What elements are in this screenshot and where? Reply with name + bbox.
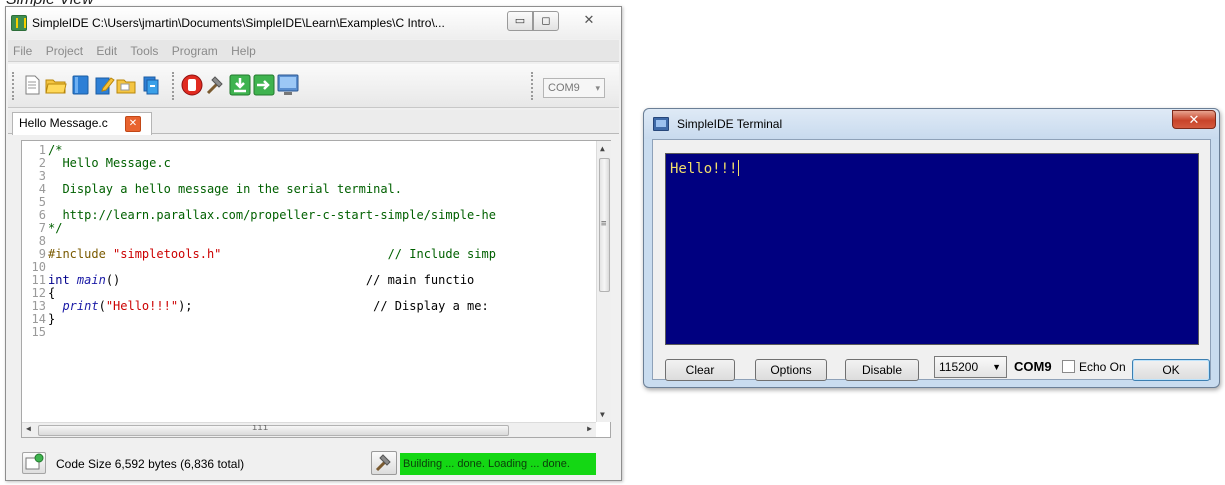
port-select[interactable]: COM9 ▾ <box>543 78 605 98</box>
build-status-message: Building ... done. Loading ... done. <box>400 453 596 475</box>
edit-icon[interactable] <box>93 74 115 96</box>
menu-bar: File Project Edit Tools Program Help <box>8 40 619 62</box>
port-select-value: COM9 <box>548 82 580 94</box>
keyword: int <box>48 273 77 287</box>
toolbar: COM9 ▾ <box>8 64 619 108</box>
code-line: 2 Hello Message.c <box>22 157 596 170</box>
scroll-right-icon[interactable]: ▶ <box>587 424 592 433</box>
code-line: 9 #include "simpletools.h" // Include sim… <box>22 248 596 261</box>
chevron-down-icon: ▾ <box>595 83 600 93</box>
new-file-icon[interactable] <box>21 74 43 96</box>
code-line: 14} <box>22 313 596 326</box>
code-line: 11 int main() // main functio <box>22 274 596 287</box>
menu-project[interactable]: Project <box>41 40 88 62</box>
string-literal: "Hello!!!" <box>105 299 179 313</box>
toolbar-grip[interactable] <box>531 72 535 100</box>
code-comment: // Include simp <box>221 247 496 261</box>
menu-edit[interactable]: Edit <box>91 40 122 62</box>
maximize-button[interactable]: ◻ <box>533 11 559 31</box>
book-icon[interactable] <box>139 74 161 96</box>
terminal-window: SimpleIDE Terminal ✕ Hello!!! Clear Opti… <box>643 108 1220 388</box>
function-name: main <box>76 273 106 287</box>
ok-button[interactable]: OK <box>1132 359 1210 381</box>
editor-tab-strip: Hello Message.c ✕ <box>8 110 619 135</box>
code-editor[interactable]: 1/* 2 Hello Message.c 3 4 Display a hell… <box>21 140 611 438</box>
save-icon[interactable] <box>69 74 91 96</box>
terminal-close-button[interactable]: ✕ <box>1172 110 1216 129</box>
build-hammer-icon[interactable] <box>205 74 227 96</box>
simpleide-app-icon <box>11 15 27 31</box>
menu-file[interactable]: File <box>8 40 37 62</box>
chevron-down-icon: ▼ <box>992 362 1001 372</box>
horizontal-scroll-thumb[interactable] <box>38 425 509 436</box>
baud-rate-select[interactable]: 115200 ▼ <box>934 356 1007 378</box>
toolbar-grip[interactable] <box>12 72 16 100</box>
terminal-port-label: COM9 <box>1014 359 1052 374</box>
tab-close-icon[interactable]: ✕ <box>125 116 141 132</box>
open-folder-icon[interactable] <box>45 74 67 96</box>
baud-rate-value: 115200 <box>939 360 979 374</box>
minimize-button[interactable]: ▭ <box>507 11 533 31</box>
scroll-grip-icon: ≡ <box>601 219 607 229</box>
code-line: 4 Display a hello message in the serial … <box>22 183 596 196</box>
echo-on-checkbox[interactable] <box>1062 360 1075 373</box>
terminal-body: Hello!!! Clear Options Disable 115200 ▼ … <box>652 139 1211 381</box>
text-cursor <box>738 160 740 176</box>
horizontal-scrollbar[interactable]: ◀ ııı ▶ <box>22 422 596 437</box>
scroll-up-icon[interactable]: ▲ <box>600 144 605 153</box>
terminal-window-icon <box>653 117 669 131</box>
scroll-grip-icon: ııı <box>252 423 269 433</box>
project-folder-icon[interactable] <box>115 74 137 96</box>
terminal-output[interactable]: Hello!!! <box>665 153 1199 345</box>
code-text: Hello Message.c <box>48 156 171 170</box>
disable-button[interactable]: Disable <box>845 359 919 381</box>
load-eeprom-icon[interactable] <box>253 74 275 96</box>
clear-button[interactable]: Clear <box>665 359 735 381</box>
code-text: { <box>48 286 56 300</box>
close-button[interactable]: ✕ <box>567 11 611 31</box>
code-text: http://learn.parallax.com/propeller-c-st… <box>48 208 496 222</box>
code-line: 15 <box>22 326 596 339</box>
load-ram-icon[interactable] <box>229 74 251 96</box>
echo-on-label: Echo On <box>1079 360 1126 374</box>
preprocessor-directive: #include <box>48 247 114 261</box>
menu-tools[interactable]: Tools <box>125 40 163 62</box>
function-name: print <box>48 299 99 313</box>
code-line: 7 */ <box>22 222 596 235</box>
toolbar-grip[interactable] <box>172 72 176 100</box>
vertical-scrollbar[interactable]: ▲ ≡ ▼ <box>596 141 611 422</box>
code-text: Display a hello message in the serial te… <box>48 182 403 196</box>
code-line: 6 http://learn.parallax.com/propeller-c-… <box>22 209 596 222</box>
code-line: 13 print("Hello!!!"); // Display a me: <box>22 300 596 313</box>
simpleide-window: SimpleIDE C:\Users\jmartin\Documents\Sim… <box>5 6 622 481</box>
terminal-output-text: Hello!!! <box>670 161 738 177</box>
ide-window-title: SimpleIDE C:\Users\jmartin\Documents\Sim… <box>32 16 445 30</box>
terminal-title: SimpleIDE Terminal <box>677 117 783 131</box>
build-status-button[interactable] <box>371 451 397 475</box>
code-text: */ <box>48 221 63 235</box>
line-number: 15 <box>31 325 46 339</box>
status-bar: Code Size 6,592 bytes (6,836 total) Buil… <box>8 449 619 479</box>
tab-label: Hello Message.c <box>19 116 108 130</box>
code-size-label: Code Size 6,592 bytes (6,836 total) <box>56 457 245 471</box>
scroll-left-icon[interactable]: ◀ <box>26 424 31 433</box>
string-literal: "simpletools.h" <box>113 247 222 261</box>
project-view-icon[interactable] <box>22 452 46 474</box>
code-text: } <box>48 312 56 326</box>
scroll-down-icon[interactable]: ▼ <box>600 410 605 419</box>
options-button[interactable]: Options <box>755 359 827 381</box>
stop-icon[interactable] <box>181 74 203 96</box>
code-text: ( <box>98 299 106 313</box>
menu-help[interactable]: Help <box>226 40 261 62</box>
code-area[interactable]: 1/* 2 Hello Message.c 3 4 Display a hell… <box>22 144 596 422</box>
terminal-titlebar[interactable]: SimpleIDE Terminal ✕ <box>644 109 1219 139</box>
menu-program[interactable]: Program <box>167 40 223 62</box>
terminal-icon[interactable] <box>277 74 299 96</box>
code-comment: ); // Display a me: <box>178 299 489 313</box>
code-comment: () // main functio <box>105 273 475 287</box>
tab-hello-message[interactable]: Hello Message.c ✕ <box>12 112 152 135</box>
ide-titlebar[interactable]: SimpleIDE C:\Users\jmartin\Documents\Sim… <box>6 7 621 39</box>
